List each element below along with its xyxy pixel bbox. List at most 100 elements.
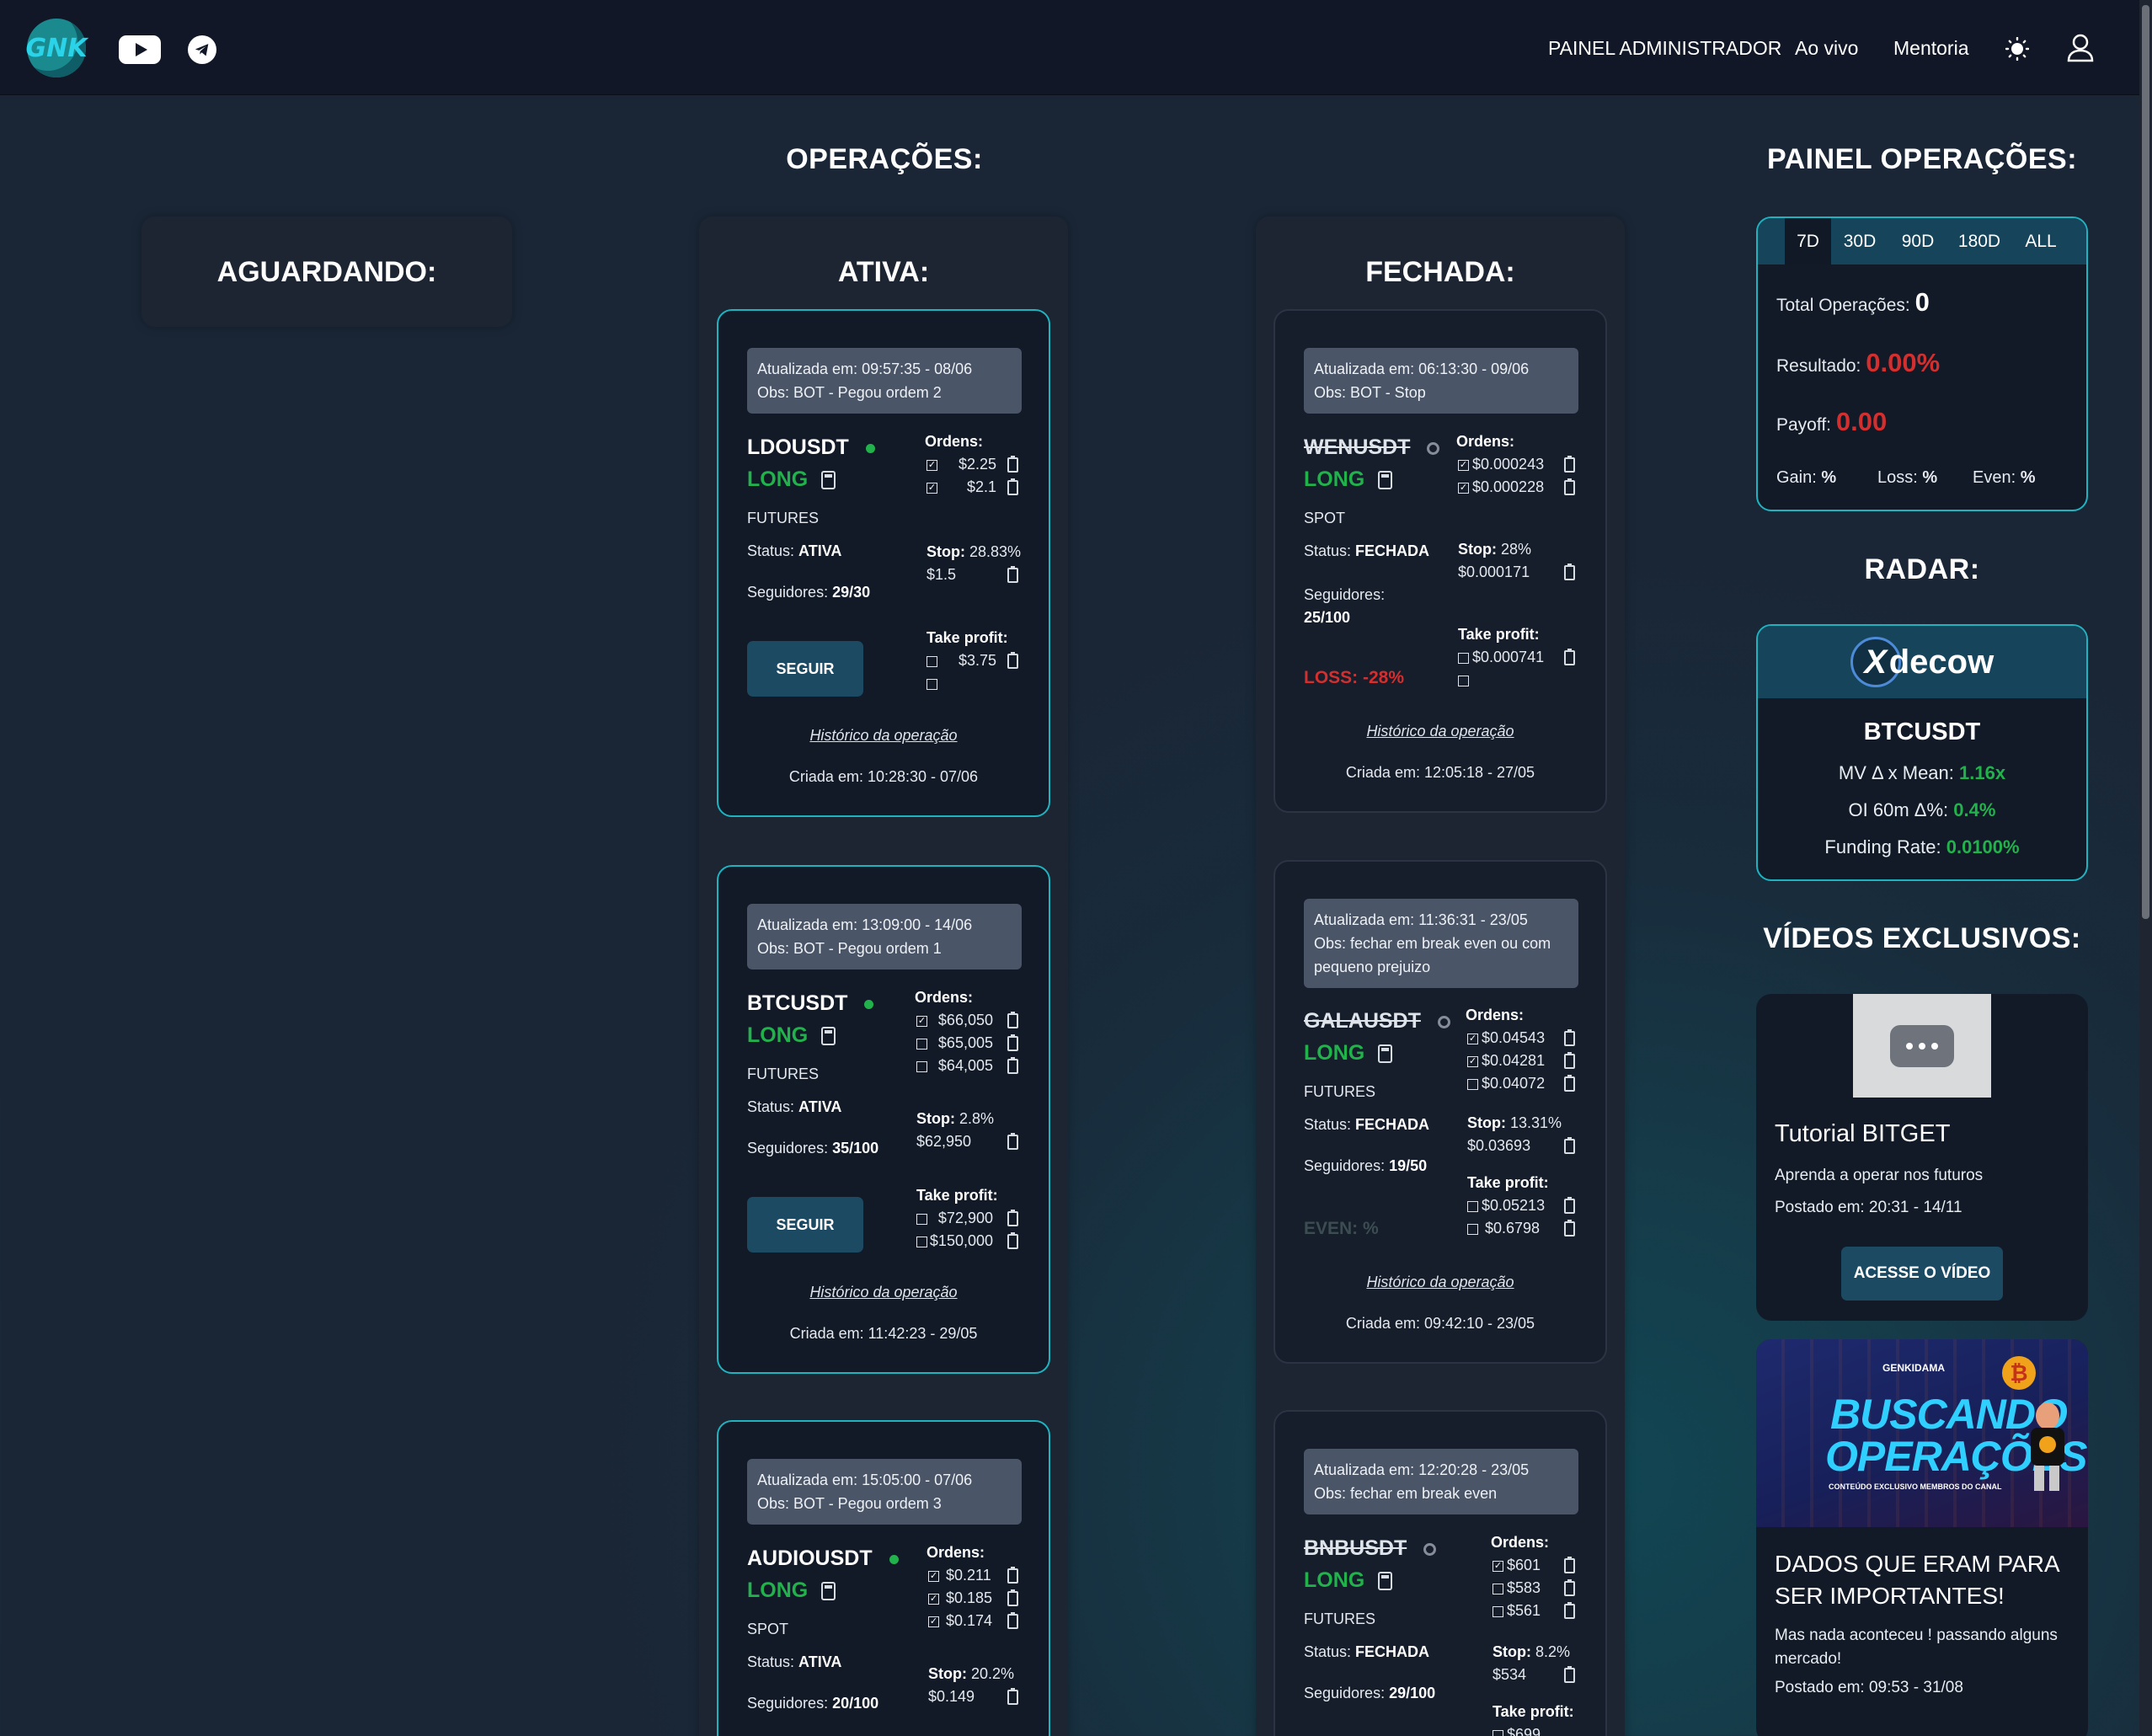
take-checkbox[interactable] [1458, 675, 1469, 686]
calculator-icon[interactable] [1378, 1044, 1393, 1064]
copy-icon[interactable] [1564, 1666, 1575, 1683]
operation-history-link[interactable]: Histórico da operação [1275, 1274, 1605, 1291]
order-row[interactable]: ✓ $66,050 [916, 1012, 993, 1029]
order-checkbox[interactable]: ✓ [928, 1616, 939, 1627]
user-profile-icon[interactable] [2067, 34, 2094, 62]
operation-history-link[interactable]: Histórico da operação [1275, 723, 1605, 740]
take-profit-row[interactable] [1458, 671, 1476, 689]
order-row[interactable]: ✓ $2.25 [926, 456, 996, 473]
scrollbar-thumb[interactable] [2142, 5, 2149, 919]
order-row[interactable]: $65,005 [916, 1034, 993, 1052]
order-row[interactable]: ✓ $0.000228 [1458, 478, 1544, 496]
take-profit-row[interactable]: $150,000 [916, 1232, 993, 1250]
copy-icon[interactable] [1007, 1210, 1018, 1226]
copy-icon[interactable] [1564, 564, 1575, 580]
theme-toggle-sun-icon[interactable] [2005, 36, 2030, 61]
copy-icon[interactable] [1564, 1029, 1575, 1046]
copy-icon[interactable] [1007, 1057, 1018, 1074]
copy-icon[interactable] [1564, 1602, 1575, 1619]
calculator-icon[interactable] [1378, 1572, 1393, 1591]
copy-icon[interactable] [1007, 1012, 1018, 1028]
tab-all[interactable]: ALL [2011, 218, 2070, 264]
take-checkbox[interactable] [1458, 652, 1469, 664]
video-thumbnail[interactable]: GENKIDAMA BUSCANDO OPERAÇÕES CONTEÚDO EX… [1756, 1339, 2088, 1527]
order-row[interactable]: $561 [1493, 1602, 1541, 1620]
copy-icon[interactable] [1007, 1034, 1018, 1051]
take-profit-row[interactable]: $72,900 [916, 1210, 993, 1227]
tab-7d[interactable]: 7D [1785, 218, 1831, 264]
nav-mentoring[interactable]: Mentoria [1893, 37, 1968, 60]
take-checkbox[interactable] [916, 1236, 927, 1247]
order-row[interactable]: ✓ $0.185 [928, 1589, 992, 1607]
tab-30d[interactable]: 30D [1831, 218, 1888, 264]
order-checkbox[interactable]: ✓ [1458, 459, 1469, 471]
copy-icon[interactable] [1007, 456, 1018, 473]
copy-icon[interactable] [1007, 1688, 1018, 1705]
copy-icon[interactable] [1007, 1133, 1018, 1150]
calculator-icon[interactable] [1378, 471, 1393, 490]
take-checkbox[interactable] [926, 678, 937, 690]
follow-button[interactable]: SEGUIR [747, 641, 863, 697]
take-checkbox[interactable] [1493, 1729, 1503, 1736]
follow-button[interactable]: SEGUIR [747, 1197, 863, 1253]
order-checkbox[interactable]: ✓ [928, 1593, 939, 1605]
calculator-icon[interactable] [821, 471, 836, 490]
telegram-icon[interactable] [188, 35, 216, 64]
order-checkbox[interactable]: ✓ [1467, 1033, 1478, 1044]
copy-icon[interactable] [1564, 1052, 1575, 1069]
operation-history-link[interactable]: Histórico da operação [718, 727, 1049, 745]
page-scrollbar[interactable] [2139, 0, 2152, 1736]
copy-icon[interactable] [1564, 1557, 1575, 1573]
order-checkbox[interactable]: ✓ [1467, 1055, 1478, 1067]
order-checkbox[interactable] [916, 1038, 927, 1050]
calculator-icon[interactable] [821, 1027, 836, 1046]
take-profit-row[interactable] [926, 675, 944, 692]
copy-icon[interactable] [1564, 1220, 1575, 1237]
order-row[interactable]: ✓ $601 [1493, 1557, 1541, 1574]
nav-live[interactable]: Ao vivo [1795, 37, 1858, 60]
copy-icon[interactable] [1564, 1197, 1575, 1214]
copy-icon[interactable] [1007, 1232, 1018, 1249]
order-row[interactable]: ✓ $2.1 [926, 478, 996, 496]
order-row[interactable]: $583 [1493, 1579, 1541, 1597]
take-checkbox[interactable] [1467, 1223, 1478, 1235]
copy-icon[interactable] [1564, 478, 1575, 495]
operation-history-link[interactable]: Histórico da operação [718, 1284, 1049, 1301]
copy-icon[interactable] [1564, 456, 1575, 473]
video-thumbnail[interactable] [1853, 994, 1991, 1098]
take-profit-row[interactable]: $699 [1493, 1726, 1541, 1736]
order-checkbox[interactable]: ✓ [928, 1570, 939, 1582]
copy-icon[interactable] [1564, 1579, 1575, 1596]
watch-video-button[interactable]: ACESSE O VÍDEO [1841, 1247, 2003, 1301]
copy-icon[interactable] [1007, 1589, 1018, 1606]
order-checkbox[interactable] [916, 1060, 927, 1072]
order-checkbox[interactable]: ✓ [1493, 1560, 1503, 1572]
copy-icon[interactable] [1564, 1075, 1575, 1092]
tab-90d[interactable]: 90D [1888, 218, 1947, 264]
order-row[interactable]: $0.04072 [1467, 1075, 1545, 1092]
copy-icon[interactable] [1007, 652, 1018, 669]
order-checkbox[interactable]: ✓ [916, 1015, 927, 1027]
nav-admin-panel[interactable]: PAINEL ADMINISTRADOR [1548, 37, 1781, 60]
order-row[interactable]: ✓ $0.000243 [1458, 456, 1544, 473]
order-row[interactable]: ✓ $0.04281 [1467, 1052, 1545, 1070]
calculator-icon[interactable] [821, 1582, 836, 1601]
take-checkbox[interactable] [916, 1213, 927, 1225]
order-checkbox[interactable]: ✓ [1458, 482, 1469, 494]
order-row[interactable]: ✓ $0.174 [928, 1612, 992, 1630]
order-checkbox[interactable]: ✓ [926, 482, 937, 494]
copy-icon[interactable] [1007, 478, 1018, 495]
youtube-icon[interactable] [119, 35, 161, 64]
order-row[interactable]: ✓ $0.04543 [1467, 1029, 1545, 1047]
take-profit-row[interactable]: $0.05213 [1467, 1197, 1545, 1215]
copy-icon[interactable] [1564, 649, 1575, 665]
copy-icon[interactable] [1007, 1612, 1018, 1629]
take-profit-row[interactable]: $0.000741 [1458, 649, 1544, 666]
copy-icon[interactable] [1007, 566, 1018, 583]
copy-icon[interactable] [1564, 1137, 1575, 1154]
order-checkbox[interactable] [1467, 1078, 1478, 1090]
take-profit-row[interactable]: $0.6798 [1467, 1220, 1540, 1237]
take-checkbox[interactable] [926, 655, 937, 667]
order-row[interactable]: $64,005 [916, 1057, 993, 1075]
gnk-logo[interactable]: GNK [26, 19, 88, 77]
